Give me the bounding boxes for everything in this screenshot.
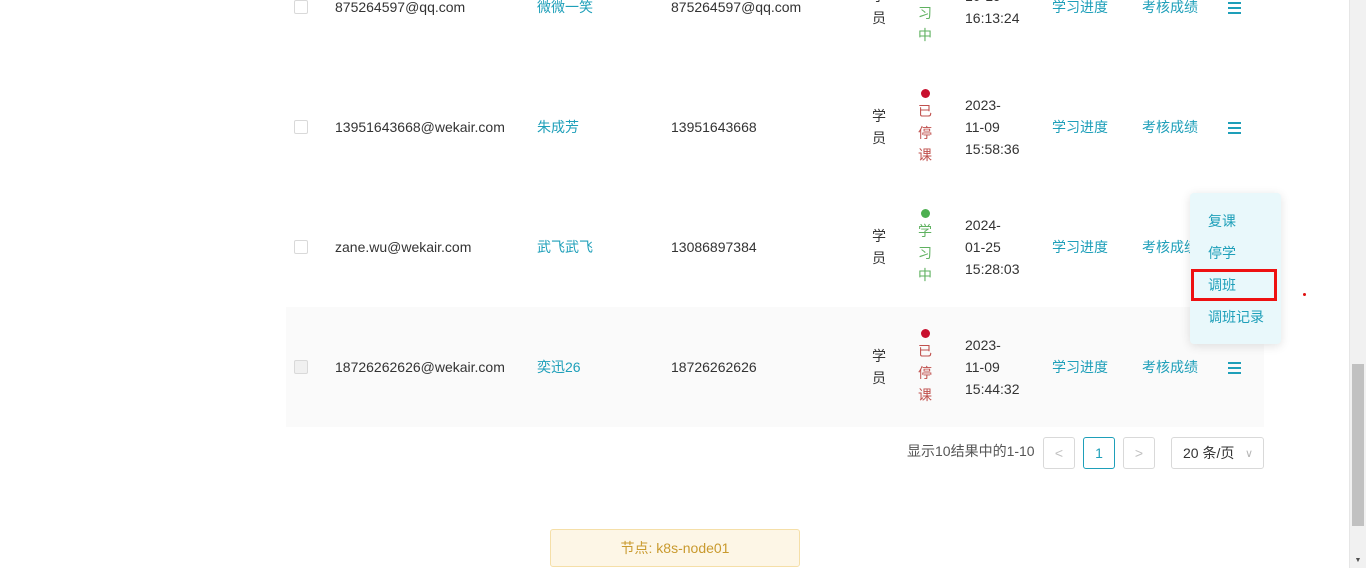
progress-link[interactable]: 学习进度 [1052,307,1112,427]
progress-link[interactable]: 学习进度 [1052,0,1112,67]
email-cell: 18726262626@wekair.com [335,359,505,375]
status-cell: 已停课 [918,328,932,406]
time-cell: 2023- 11-09 15:44:32 [965,337,1020,397]
phone-cell: 13086897384 [671,239,757,255]
status-dot-stopped [920,328,930,338]
page: 875264597@qq.com 微微一笑 875264597@qq.com 学… [0,0,1366,568]
name-link[interactable]: 奕迅26 [537,307,657,427]
name-link[interactable]: 微微一笑 [537,0,657,67]
score-link[interactable]: 考核成绩 [1142,67,1202,187]
phone-cell: 875264597@qq.com [671,0,802,15]
menu-item-transfer-history[interactable]: 调班记录 [1190,301,1281,333]
row-checkbox[interactable] [294,120,308,134]
status-cell: 学习中 [918,4,932,43]
menu-icon [1228,361,1241,374]
page-button-1[interactable]: 1 [1083,437,1115,469]
email-cell: 875264597@qq.com [335,0,466,15]
role-cell: 学员 [872,348,886,386]
phone-cell: 18726262626 [671,359,757,375]
menu-item-suspend-study[interactable]: 停学 [1190,237,1281,269]
menu-icon [1228,121,1241,134]
time-cell: 2023- 11-09 15:58:36 [965,97,1020,157]
menu-icon [1228,1,1241,14]
phone-cell: 13951643668 [671,119,757,135]
page-size-value: 20 条/页 [1183,445,1235,461]
progress-link[interactable]: 学习进度 [1052,67,1112,187]
cursor-marker [1303,293,1306,296]
prev-page-button[interactable]: < [1043,437,1075,469]
node-badge: 节点: k8s-node01 [550,529,800,567]
progress-link[interactable]: 学习进度 [1052,187,1112,307]
table-row: 18726262626@wekair.com 奕迅26 18726262626 … [286,307,1264,427]
row-action-dropdown: 复课 停学 调班 调班记录 [1190,193,1281,344]
table-row: 13951643668@wekair.com 朱成芳 13951643668 学… [286,67,1264,187]
menu-item-resume-class[interactable]: 复课 [1190,205,1281,237]
students-table: 875264597@qq.com 微微一笑 875264597@qq.com 学… [286,0,1264,427]
email-cell: 13951643668@wekair.com [335,119,505,135]
name-link[interactable]: 武飞武飞 [537,187,657,307]
page-size-select[interactable]: 20 条/页 ∨ [1171,437,1264,469]
time-cell: 2024- 01-25 15:28:03 [965,217,1020,277]
status-dot-stopped [920,88,930,98]
pagination-info: 显示10结果中的1-10 [907,443,1035,459]
table-row: 875264597@qq.com 微微一笑 875264597@qq.com 学… [286,0,1264,67]
name-link[interactable]: 朱成芳 [537,67,657,187]
score-link[interactable]: 考核成绩 [1142,0,1202,67]
row-menu-button[interactable] [1228,0,1244,67]
email-cell: zane.wu@wekair.com [335,239,472,255]
vertical-scrollbar[interactable]: ▼ [1349,0,1366,568]
role-cell: 学员 [872,108,886,146]
scrollbar-thumb[interactable] [1352,364,1364,526]
menu-item-transfer-class[interactable]: 调班 [1191,269,1277,301]
row-checkbox[interactable] [294,240,308,254]
row-checkbox[interactable] [294,0,308,14]
role-cell: 学员 [872,0,886,26]
scroll-down-icon[interactable]: ▼ [1350,556,1366,566]
next-page-button[interactable]: > [1123,437,1155,469]
row-checkbox[interactable] [294,360,308,374]
chevron-down-icon: ∨ [1244,448,1253,460]
row-menu-button[interactable] [1228,67,1244,187]
table-row: zane.wu@wekair.com 武飞武飞 13086897384 学员 学… [286,187,1264,307]
status-cell: 已停课 [918,88,932,166]
role-cell: 学员 [872,228,886,266]
status-cell: 学习中 [918,208,932,286]
time-cell: 10-1916:13:24 [965,0,1020,26]
status-dot-active [920,208,930,218]
